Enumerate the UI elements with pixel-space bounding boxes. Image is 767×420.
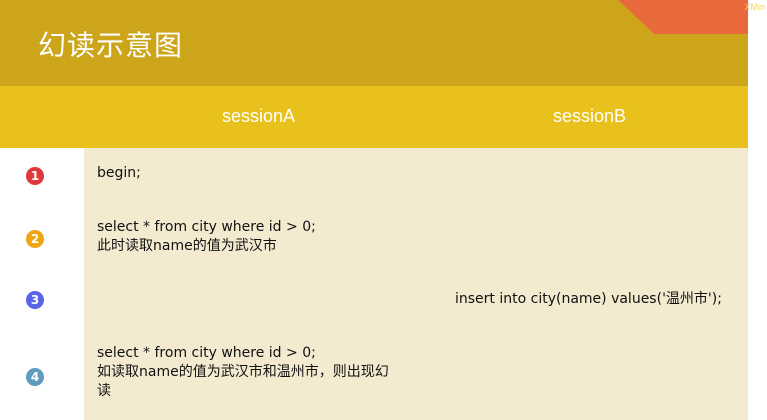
step-1-badge: 1 — [26, 167, 44, 185]
row-4-session-a: select * from city where id > 0; 如读取name… — [97, 344, 447, 401]
row-4-session-a-line-1: select * from city where id > 0; — [97, 345, 316, 361]
corner-label: XMin — [744, 2, 765, 12]
step-3-badge: 3 — [26, 291, 44, 309]
column-header-row: sessionA sessionB — [0, 86, 748, 148]
row-4-session-a-line-3: 读 — [97, 383, 111, 399]
row-2-session-a-line-2: 此时读取name的值为武汉市 — [97, 238, 277, 254]
slide: 幻读示意图 sessionA sessionB 1 begin; 2 selec… — [0, 0, 748, 420]
row-4-session-a-line-2: 如读取name的值为武汉市和温州市，则出现幻 — [97, 364, 389, 380]
row-2-session-a-line-1: select * from city where id > 0; — [97, 219, 316, 235]
row-1-session-a: begin; — [97, 164, 447, 183]
row-3-session-b: insert into city(name) values('温州市'); — [455, 291, 722, 307]
row-2-session-a: select * from city where id > 0; 此时读取nam… — [97, 218, 447, 256]
row-1-session-a-line-1: begin; — [97, 165, 141, 181]
page-title: 幻读示意图 — [38, 29, 184, 62]
column-header-session-a: sessionA — [222, 106, 296, 126]
step-4-badge: 4 — [26, 368, 44, 386]
column-header-session-b: sessionB — [553, 106, 627, 126]
step-2-badge: 2 — [26, 230, 44, 248]
